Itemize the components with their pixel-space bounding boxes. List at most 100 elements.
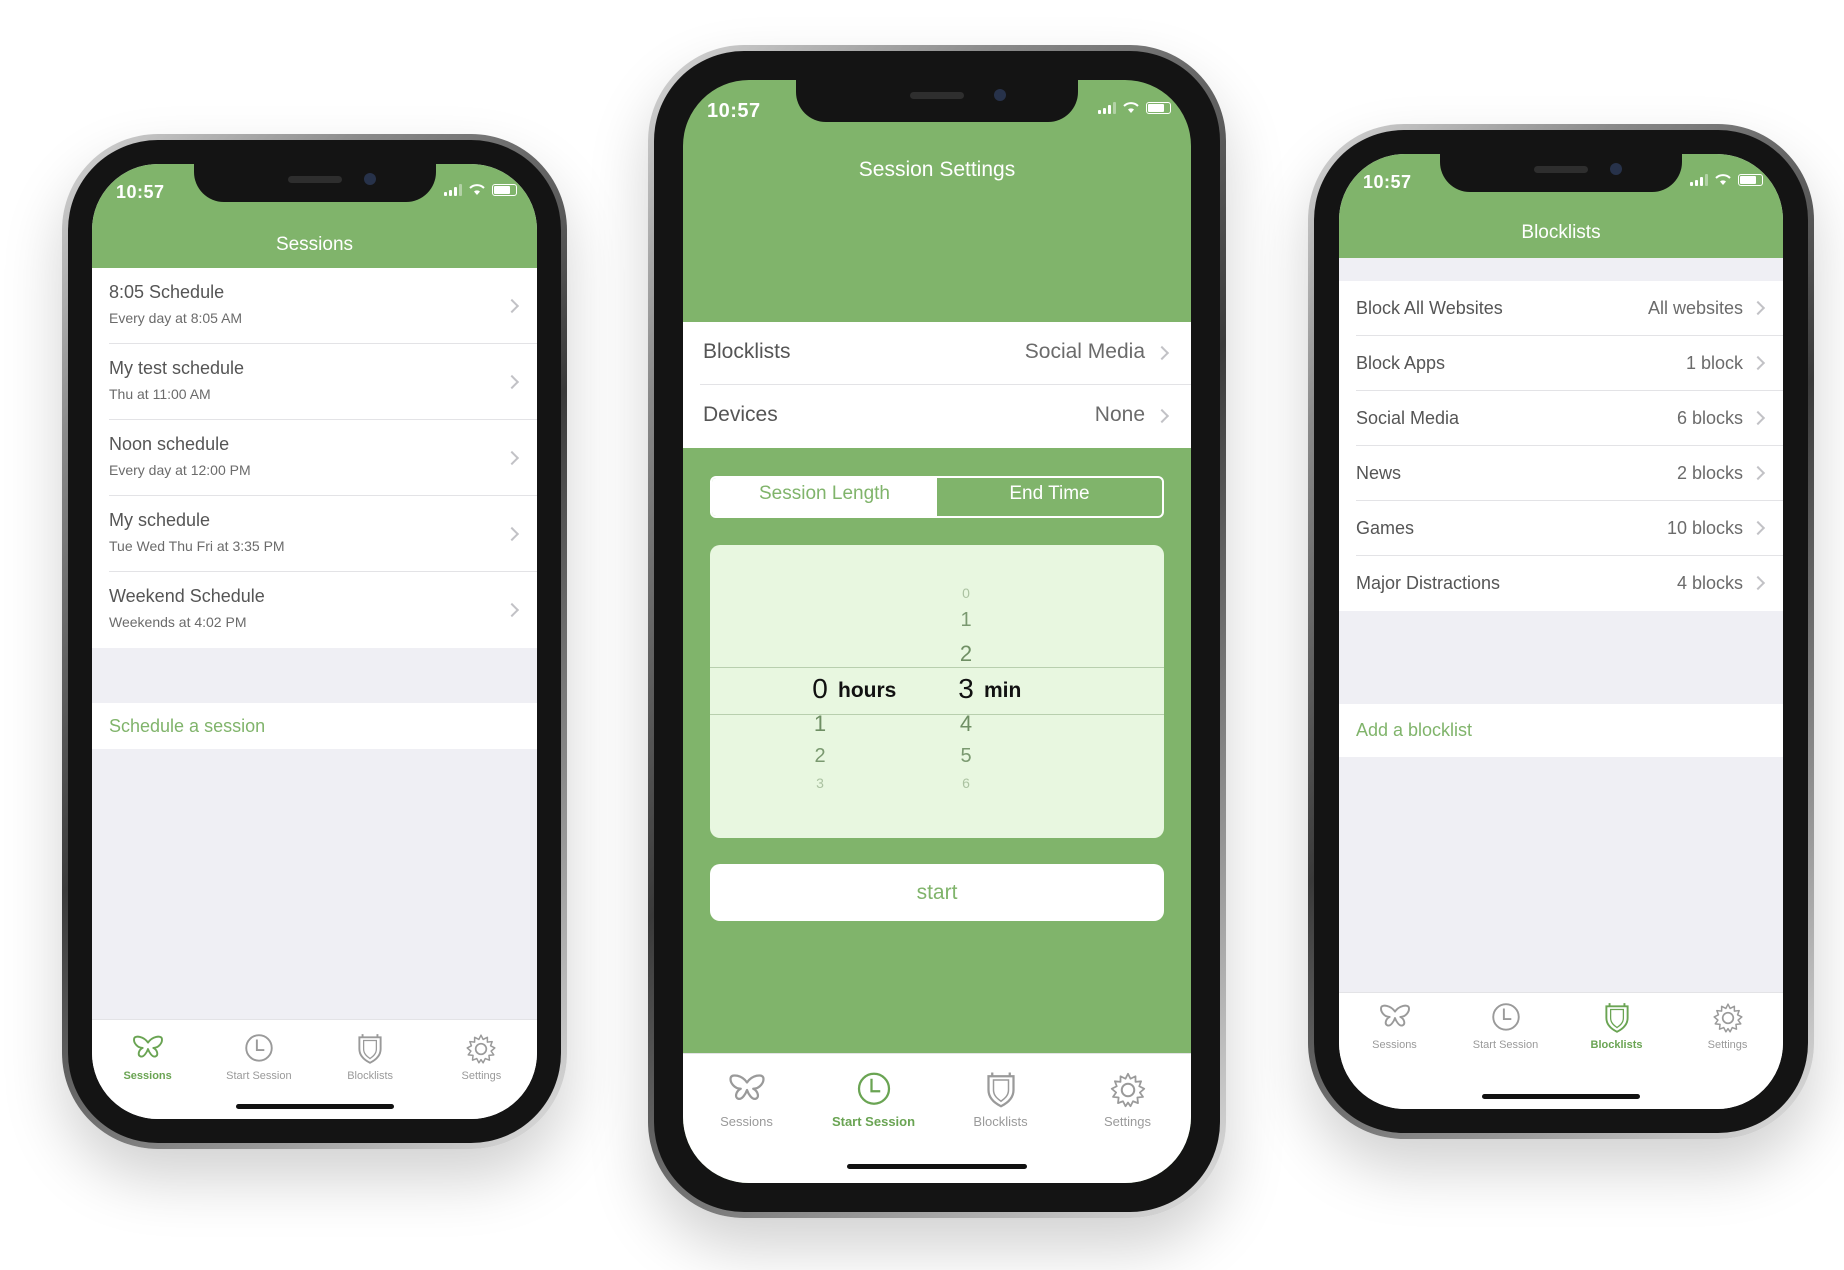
- chevron-right-icon: [504, 374, 520, 390]
- blocklist-count: 10 blocks: [1666, 518, 1743, 538]
- session-name: Noon schedule: [109, 434, 230, 454]
- tab-blocklists[interactable]: Blocklists: [1561, 1001, 1672, 1051]
- blocklist-name: Major Distractions: [1356, 573, 1501, 593]
- status-time: 10:57: [1363, 172, 1412, 192]
- tab-label: Start Session: [831, 1114, 916, 1129]
- blocklist-count: 4 blocks: [1676, 573, 1743, 593]
- blocklist-name: Block Apps: [1356, 353, 1446, 373]
- picker-option[interactable]: 4: [946, 711, 986, 737]
- picker-selected-value[interactable]: 0: [800, 673, 840, 705]
- tab-start-session[interactable]: Start Session: [1450, 1001, 1561, 1051]
- picker-option[interactable]: 1: [800, 711, 840, 737]
- picker-option[interactable]: 0: [946, 585, 986, 601]
- gear-icon: [1064, 1070, 1191, 1110]
- picker-option[interactable]: 3: [800, 775, 840, 791]
- tab-sessions[interactable]: Sessions: [683, 1070, 810, 1129]
- gear-icon: [1672, 1001, 1783, 1035]
- blocklist-count: 1 block: [1685, 353, 1743, 373]
- tab-blocklists[interactable]: Blocklists: [315, 1032, 426, 1082]
- picker-option[interactable]: 1: [946, 609, 986, 632]
- home-indicator[interactable]: [235, 1104, 394, 1109]
- home-indicator[interactable]: [847, 1164, 1027, 1169]
- chevron-right-icon: [1750, 520, 1766, 536]
- battery-icon: [1146, 101, 1171, 114]
- add-blocklist-link[interactable]: Add a blocklist: [1356, 720, 1472, 741]
- list-item[interactable]: Noon schedule Every day at 12:00 PM: [92, 420, 537, 496]
- picker-option[interactable]: 2: [946, 641, 986, 667]
- schedule-session-link[interactable]: Schedule a session: [109, 716, 265, 737]
- picker-option[interactable]: 6: [946, 775, 986, 791]
- list-item[interactable]: Block All Websites All websites: [1339, 281, 1783, 336]
- list-item[interactable]: My schedule Tue Wed Thu Fri at 3:35 PM: [92, 496, 537, 572]
- tab-sessions[interactable]: Sessions: [92, 1032, 203, 1082]
- battery-icon: [1738, 173, 1763, 186]
- session-name: My test schedule: [109, 358, 245, 378]
- add-blocklist-row[interactable]: Add a blocklist: [1339, 704, 1783, 757]
- signal-icon: [1690, 173, 1708, 186]
- session-detail: Tue Wed Thu Fri at 3:35 PM: [109, 538, 285, 554]
- picker-option[interactable]: 5: [946, 745, 986, 768]
- chevron-right-icon: [1750, 465, 1766, 481]
- picker-unit-label: hours: [838, 679, 897, 702]
- list-item[interactable]: 8:05 Schedule Every day at 8:05 AM: [92, 268, 537, 344]
- tab-blocklists[interactable]: Blocklists: [937, 1070, 1064, 1129]
- sessions-screen: Sessions 10:57 8:05 Schedule Every day at…: [92, 164, 537, 1119]
- notch: [193, 164, 436, 202]
- blocklist-count: All websites: [1647, 298, 1743, 318]
- list-item[interactable]: Social Media 6 blocks: [1339, 391, 1783, 446]
- chevron-right-icon: [1750, 410, 1766, 426]
- shield-icon: [1561, 1001, 1672, 1035]
- picker-option[interactable]: 2: [800, 745, 840, 768]
- devices-setting-row[interactable]: Devices None: [683, 385, 1191, 448]
- schedule-session-row[interactable]: Schedule a session: [92, 703, 537, 749]
- list-item[interactable]: Games 10 blocks: [1339, 501, 1783, 556]
- list-item[interactable]: Block Apps 1 block: [1339, 336, 1783, 391]
- tab-label: Settings: [1707, 1039, 1748, 1051]
- tab-sessions[interactable]: Sessions: [1339, 1001, 1450, 1051]
- start-button[interactable]: start: [710, 864, 1164, 921]
- picker-selection-band: [710, 667, 1164, 715]
- clock-icon: [203, 1032, 314, 1066]
- session-settings-screen: 10:57 Session Settings Blocklists Social…: [683, 80, 1191, 1183]
- blocklists-setting-value: Social Media: [1024, 340, 1145, 363]
- list-item[interactable]: Major Distractions 4 blocks: [1339, 556, 1783, 611]
- session-name: My schedule: [109, 510, 211, 530]
- blocklists-setting-row[interactable]: Blocklists Social Media: [683, 322, 1191, 385]
- duration-picker[interactable]: 0 hours 1 2 3 0 1 2 3 min 4 5 6: [710, 545, 1164, 838]
- notch: [1440, 154, 1682, 192]
- tab-start-session[interactable]: Start Session: [810, 1070, 937, 1129]
- picker-selected-value[interactable]: 3: [946, 673, 986, 705]
- tab-start-session[interactable]: Start Session: [203, 1032, 314, 1082]
- devices-setting-value: None: [1094, 403, 1145, 426]
- tab-label: Blocklists: [1590, 1039, 1643, 1051]
- butterfly-icon: [683, 1070, 810, 1110]
- tab-session-length[interactable]: Session Length: [712, 478, 937, 516]
- clock-icon: [810, 1070, 937, 1110]
- blocklist-count: 2 blocks: [1676, 463, 1743, 483]
- shield-icon: [315, 1032, 426, 1066]
- tab-label: Blocklists: [347, 1070, 394, 1082]
- butterfly-icon: [1339, 1001, 1450, 1035]
- chevron-right-icon: [504, 298, 520, 314]
- chevron-right-icon: [1750, 300, 1766, 316]
- length-mode-toggle: Session Length End Time: [710, 476, 1164, 518]
- tab-settings[interactable]: Settings: [1672, 1001, 1783, 1051]
- devices-setting-label: Devices: [703, 403, 778, 426]
- tab-settings[interactable]: Settings: [426, 1032, 537, 1082]
- tab-settings[interactable]: Settings: [1064, 1070, 1191, 1129]
- tab-label: Start Session: [226, 1070, 292, 1082]
- tab-label: Settings: [1104, 1114, 1151, 1129]
- tab-end-time[interactable]: End Time: [937, 478, 1162, 516]
- home-indicator[interactable]: [1482, 1094, 1640, 1099]
- picker-unit-label: min: [984, 679, 1022, 702]
- page-title: Blocklists: [1521, 222, 1601, 243]
- list-item[interactable]: My test schedule Thu at 11:00 AM: [92, 344, 537, 420]
- wifi-icon: [469, 184, 485, 195]
- chevron-right-icon: [504, 450, 520, 466]
- wifi-icon: [1715, 174, 1731, 185]
- chevron-right-icon: [1750, 575, 1766, 591]
- list-item[interactable]: News 2 blocks: [1339, 446, 1783, 501]
- wifi-icon: [1123, 102, 1139, 113]
- chevron-right-icon: [1750, 355, 1766, 371]
- list-item[interactable]: Weekend Schedule Weekends at 4:02 PM: [92, 572, 537, 648]
